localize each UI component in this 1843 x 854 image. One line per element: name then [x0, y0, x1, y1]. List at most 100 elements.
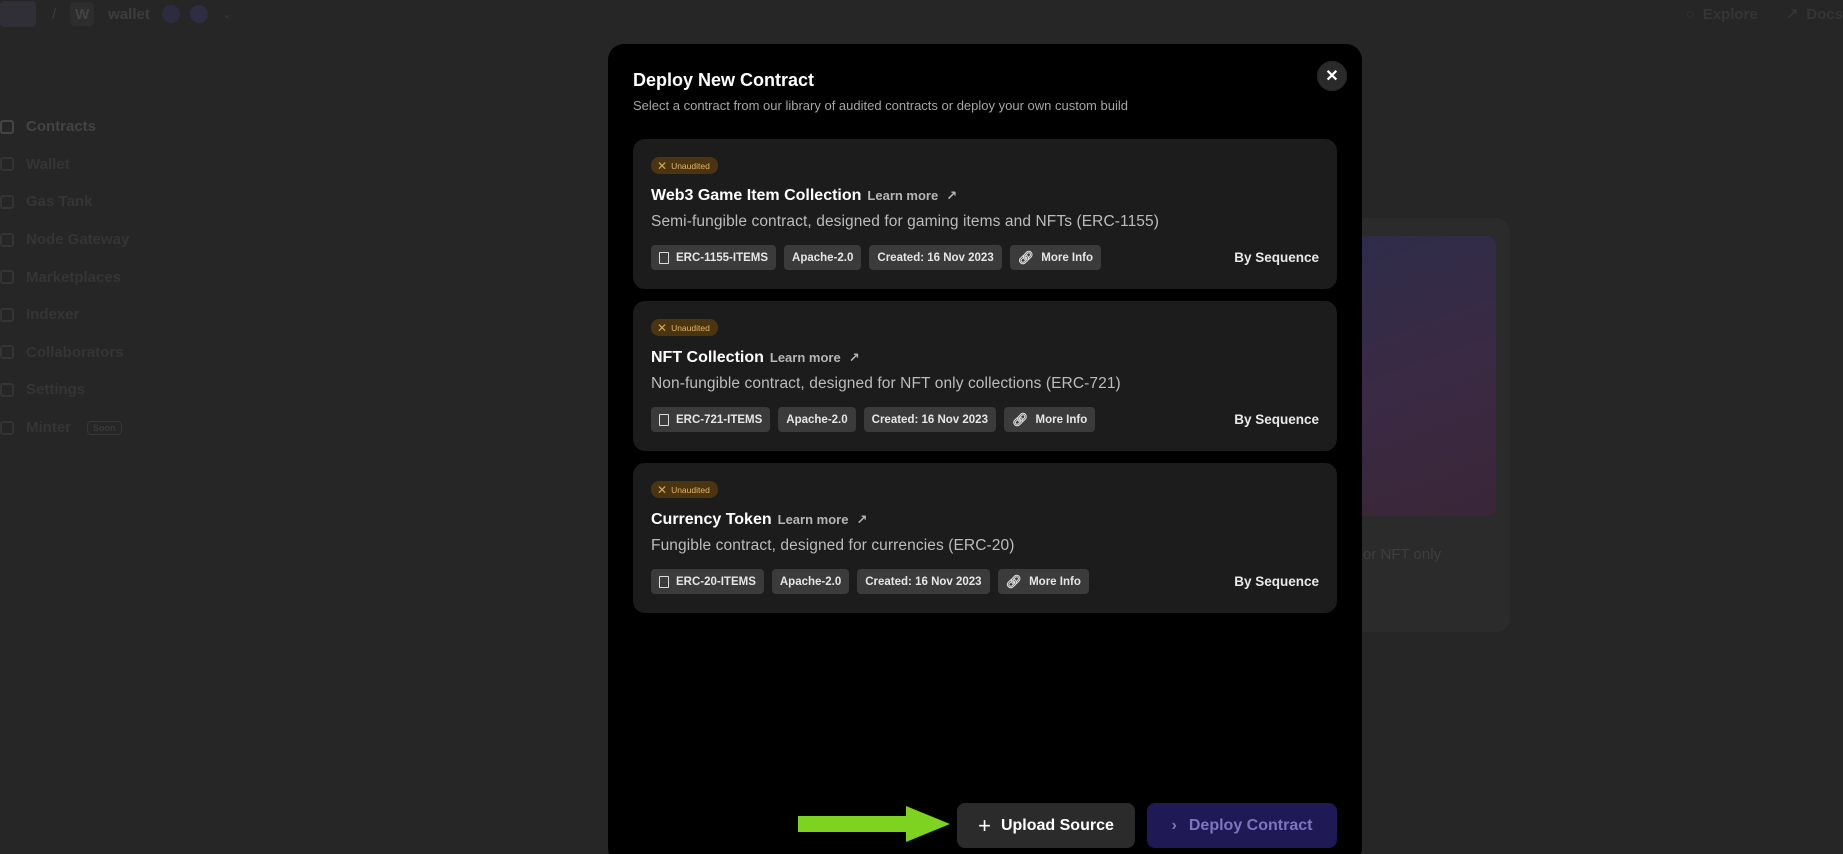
badge-label: Unaudited: [671, 484, 710, 495]
sidebar-item-indexer[interactable]: Indexer: [0, 296, 220, 334]
author-label: By Sequence: [1234, 412, 1319, 427]
learn-more-label: Learn more: [867, 188, 939, 203]
x-icon: ✕: [657, 482, 668, 497]
explore-label: Explore: [1702, 5, 1758, 23]
breadcrumb-separator: /: [52, 5, 57, 23]
sidebar-item-wallet[interactable]: Wallet: [0, 146, 220, 184]
chain-icon: [161, 5, 180, 23]
document-icon: [659, 575, 669, 588]
project-avatar[interactable]: W: [70, 2, 95, 26]
deploy-contract-label: Deploy Contract: [1188, 816, 1313, 834]
close-icon: ✕: [1325, 68, 1339, 85]
learn-more-link[interactable]: Learn more ↗: [867, 188, 957, 204]
modal-subtitle: Select a contract from our library of au…: [633, 98, 1128, 113]
chip-label: More Info: [1041, 251, 1093, 264]
sidebar-item-node-gateway[interactable]: Node Gateway: [0, 221, 220, 259]
chevron-right-icon: ›: [1171, 816, 1177, 834]
contract-card-erc20[interactable]: ✕ Unaudited Currency Token Learn more ↗ Fu…: [633, 463, 1337, 613]
learn-more-link[interactable]: Learn more ↗: [778, 512, 868, 528]
contract-name: Web3 Game Item Collection: [651, 187, 862, 204]
sidebar-item-label: Indexer: [26, 306, 80, 324]
soon-badge: Soon: [87, 420, 122, 435]
learn-more-label: Learn more: [769, 350, 841, 365]
modal-title: Deploy New Contract: [633, 70, 815, 90]
indexer-icon: [0, 307, 14, 322]
badge-label: Unaudited: [671, 322, 710, 333]
link-icon: 🔗︎: [1011, 411, 1029, 427]
top-bar: / W wallet ⌄ ○ Explore ↗ Docs: [0, 0, 1843, 28]
more-info-chip[interactable]: 🔗︎ More Info: [1003, 407, 1096, 432]
close-button[interactable]: ✕: [1317, 61, 1347, 91]
chip-label: ERC-1155-ITEMS: [676, 251, 769, 264]
more-info-chip[interactable]: 🔗︎ More Info: [1009, 245, 1101, 270]
unaudited-badge: ✕ Unaudited: [651, 319, 718, 336]
annotation-arrow-icon: [798, 806, 950, 842]
background-card-text: or NFT only: [1363, 546, 1442, 563]
external-arrow-icon: ↗: [856, 511, 868, 527]
author-label: By Sequence: [1234, 250, 1319, 265]
document-icon: [659, 251, 669, 264]
sidebar-item-label: Wallet: [26, 155, 70, 173]
license-chip: Apache-2.0: [784, 245, 862, 270]
collaborators-icon: [0, 345, 14, 360]
upload-source-button[interactable]: + Upload Source: [957, 803, 1135, 848]
sidebar-item-gas-tank[interactable]: Gas Tank: [0, 183, 220, 221]
sidebar-item-contracts[interactable]: Contracts: [0, 108, 220, 146]
sidebar-item-label: Collaborators: [26, 343, 124, 361]
contract-description: Semi-fungible contract, designed for gam…: [651, 213, 1160, 230]
contract-chips: ERC-20-ITEMS Apache-2.0 Created: 16 Nov …: [651, 569, 1089, 594]
sidebar-item-collaborators[interactable]: Collaborators: [0, 334, 220, 372]
sidebar-item-label: Settings: [26, 381, 86, 399]
sidebar-item-label: Minter: [26, 419, 71, 437]
sidebar-item-label: Gas Tank: [26, 193, 93, 211]
docs-label: Docs: [1806, 5, 1843, 23]
upload-source-label: Upload Source: [1000, 816, 1114, 834]
chevron-down-icon[interactable]: ⌄: [222, 7, 232, 21]
chain-icon: [189, 5, 208, 23]
link-icon: 🔗︎: [1005, 573, 1023, 589]
x-icon: ✕: [657, 320, 668, 335]
license-chip: Apache-2.0: [771, 569, 850, 594]
sidebar-item-settings[interactable]: Settings: [0, 371, 220, 409]
gas-tank-icon: [0, 194, 14, 209]
chip-label: ERC-20-ITEMS: [676, 575, 756, 588]
sidebar: Contracts Wallet Gas Tank Node Gateway M…: [0, 108, 220, 446]
source-chip[interactable]: ERC-721-ITEMS: [651, 407, 771, 432]
chip-label: More Info: [1029, 575, 1081, 588]
contract-name: Currency Token: [651, 511, 772, 528]
contract-title: NFT Collection Learn more ↗: [651, 349, 860, 367]
author-label: By Sequence: [1234, 574, 1319, 589]
deploy-contract-modal: ✕ Deploy New Contract Select a contract …: [608, 44, 1362, 854]
contract-chips: ERC-1155-ITEMS Apache-2.0 Created: 16 No…: [651, 245, 1101, 270]
deploy-contract-button[interactable]: › Deploy Contract: [1147, 803, 1337, 848]
contract-title: Web3 Game Item Collection Learn more ↗: [651, 187, 957, 205]
external-arrow-icon: ↗: [946, 187, 958, 203]
menu-icon[interactable]: [0, 1, 36, 27]
contract-card-erc1155[interactable]: ✕ Unaudited Web3 Game Item Collection Lea…: [633, 139, 1337, 289]
project-name[interactable]: wallet: [108, 6, 150, 23]
node-gateway-icon: [0, 232, 14, 247]
wallet-icon: [0, 157, 14, 172]
badge-label: Unaudited: [671, 160, 710, 171]
docs-link[interactable]: ↗ Docs: [1786, 5, 1843, 24]
x-icon: ✕: [657, 158, 668, 173]
source-chip[interactable]: ERC-20-ITEMS: [651, 569, 764, 594]
learn-more-link[interactable]: Learn more ↗: [770, 350, 860, 366]
document-icon: [659, 413, 669, 426]
sidebar-item-minter[interactable]: Minter Soon: [0, 409, 220, 447]
more-info-chip[interactable]: 🔗︎ More Info: [997, 569, 1089, 594]
unaudited-badge: ✕ Unaudited: [651, 481, 718, 498]
sidebar-item-label: Marketplaces: [26, 268, 122, 286]
contracts-icon: [0, 119, 14, 134]
external-arrow-icon: ↗: [848, 349, 860, 365]
source-chip[interactable]: ERC-1155-ITEMS: [651, 245, 777, 270]
sidebar-item-marketplaces[interactable]: Marketplaces: [0, 258, 220, 296]
link-icon: 🔗︎: [1017, 249, 1035, 265]
search-icon: ○: [1685, 5, 1695, 23]
settings-icon: [0, 382, 14, 397]
contract-name: NFT Collection: [651, 349, 764, 366]
sidebar-item-label: Node Gateway: [26, 231, 130, 249]
explore-link[interactable]: ○ Explore: [1686, 6, 1758, 23]
contract-card-erc721[interactable]: ✕ Unaudited NFT Collection Learn more ↗ No…: [633, 301, 1337, 451]
marketplaces-icon: [0, 270, 14, 285]
